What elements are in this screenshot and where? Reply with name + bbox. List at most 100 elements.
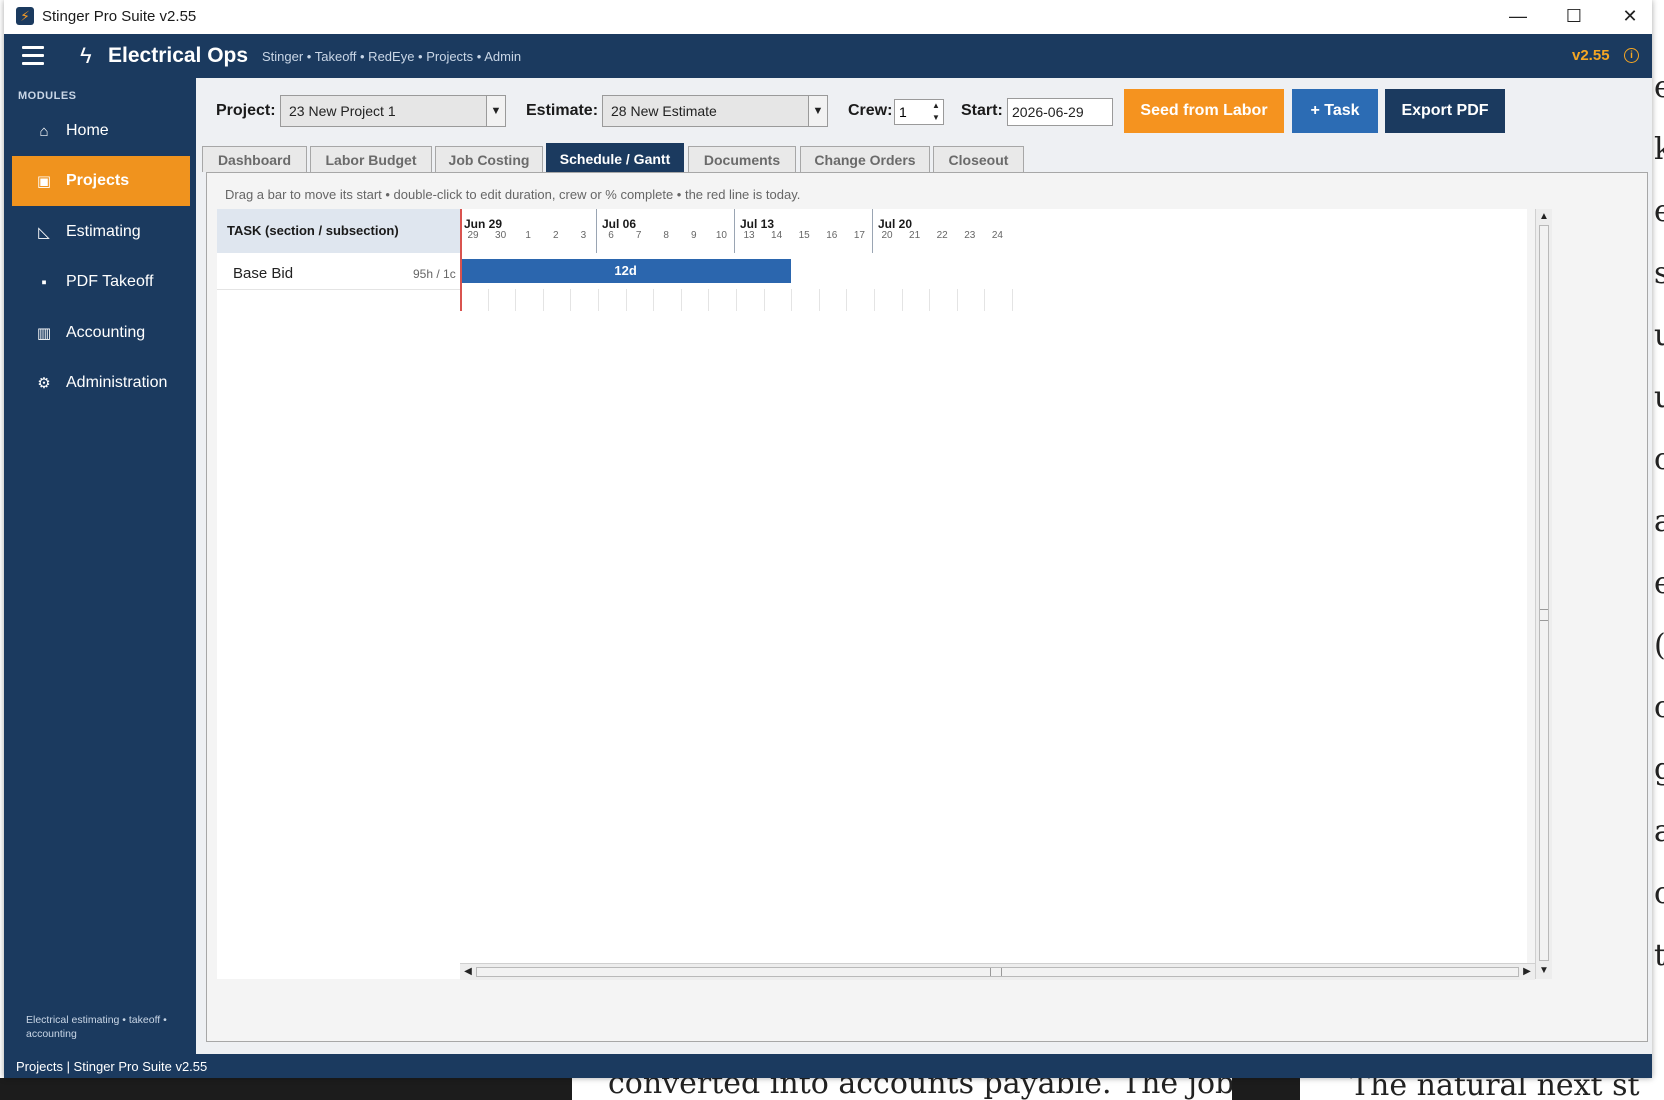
scroll-right-icon[interactable]: ▶ (1519, 964, 1535, 980)
week-separator (734, 209, 735, 253)
task-column-header: TASK (section / subsection) (217, 209, 460, 253)
estimate-select[interactable]: 28 New Estimate ▼ (602, 95, 828, 127)
day-label: 6 (608, 230, 614, 241)
horizontal-scrollbar[interactable]: ◀ ▶ (460, 963, 1535, 980)
scroll-down-icon[interactable]: ▼ (1536, 963, 1552, 979)
app-header: ϟ Electrical Ops Stinger • Takeoff • Red… (4, 34, 1652, 78)
background-text-1: converted into accounts payable. The job (608, 1078, 1232, 1100)
tab-dashboard[interactable]: Dashboard (202, 146, 307, 172)
day-label: 21 (909, 230, 921, 241)
grid-line (542, 289, 544, 311)
tab-schedule-gantt[interactable]: Schedule / Gantt (546, 143, 684, 173)
crew-stepper[interactable]: 1 ▲ ▼ (894, 99, 944, 125)
crew-value: 1 (899, 104, 907, 120)
app-window: ⚡ Stinger Pro Suite v2.55 — ☐ ✕ ϟ Electr… (4, 0, 1652, 1078)
scroll-track[interactable] (1539, 225, 1549, 961)
sidebar-item-home[interactable]: ⌂ Home (12, 106, 190, 156)
sidebar-item-label: Accounting (66, 324, 146, 341)
background-letter: a (1654, 504, 1664, 539)
tab-closeout[interactable]: Closeout (933, 146, 1024, 172)
sidebar-item-estimating[interactable]: ◺ Estimating (12, 207, 190, 257)
tab-change-orders[interactable]: Change Orders (800, 146, 930, 172)
background-letter: e (1654, 566, 1664, 601)
seed-from-labor-button[interactable]: Seed from Labor (1124, 89, 1284, 133)
maximize-button[interactable]: ☐ (1546, 0, 1602, 34)
grid-line (874, 289, 875, 311)
grid-line (791, 289, 793, 311)
week-label: Jun 29 (464, 217, 503, 231)
day-label: 16 (826, 230, 838, 241)
minimize-button[interactable]: — (1490, 0, 1546, 34)
week-label: Jul 13 (740, 217, 775, 231)
start-label: Start: (961, 102, 1003, 119)
scroll-thumb[interactable] (1540, 609, 1548, 621)
info-icon[interactable]: i (1624, 48, 1639, 63)
schedule-panel: Drag a bar to move its start • double-cl… (206, 172, 1648, 1042)
grid-line (818, 289, 820, 311)
day-label: 24 (991, 230, 1003, 241)
background-letter: u (1654, 318, 1664, 353)
background-letter: c (1654, 442, 1664, 477)
sidebar-item-accounting[interactable]: ▥ Accounting (12, 308, 190, 358)
projects-icon: ▣ (36, 173, 52, 190)
sidebar-section-label: MODULES (18, 90, 77, 102)
close-button[interactable]: ✕ (1602, 0, 1652, 34)
background-letter: e (1654, 70, 1664, 105)
grid-line (956, 289, 958, 311)
background-letter: k (1654, 132, 1664, 167)
grid-line (929, 289, 931, 311)
chevron-down-icon[interactable]: ▼ (808, 96, 827, 126)
add-task-button[interactable]: + Task (1292, 89, 1378, 133)
task-bar[interactable]: 12d (460, 259, 792, 283)
project-select[interactable]: 23 New Project 1 ▼ (280, 95, 506, 127)
day-label: 20 (881, 230, 893, 241)
scroll-up-icon[interactable]: ▲ (1536, 209, 1552, 225)
day-label: 3 (580, 230, 587, 241)
background-document-1: converted into accounts payable. The job (572, 1078, 1232, 1100)
vertical-scrollbar[interactable]: ▲ ▼ (1535, 209, 1552, 979)
project-select-value: 23 New Project 1 (289, 103, 396, 119)
week-separator (596, 209, 597, 253)
gantt-chart: TASK (section / subsection) Jun 29 Jul 06… (217, 209, 1527, 979)
status-text: Projects | Stinger Pro Suite v2.55 (16, 1059, 208, 1074)
grid-line (570, 289, 572, 311)
sidebar-item-projects[interactable]: ▣ Projects (12, 156, 190, 206)
tab-job-costing[interactable]: Job Costing (435, 146, 543, 172)
administration-icon: ⚙ (37, 375, 51, 392)
background-letter: ( (1654, 628, 1664, 663)
estimate-select-value: 28 New Estimate (611, 103, 717, 119)
decrement-icon[interactable]: ▼ (929, 112, 943, 124)
export-pdf-button[interactable]: Export PDF (1385, 89, 1505, 133)
chevron-down-icon[interactable]: ▼ (486, 96, 505, 126)
home-icon: ⌂ (39, 122, 49, 140)
grid-line (1012, 289, 1013, 311)
day-label: 22 (936, 230, 948, 241)
sidebar-item-label: Home (66, 122, 109, 139)
sidebar-footer: Electrical estimating • takeoff • accoun… (26, 1014, 167, 1040)
grid-line (901, 289, 903, 311)
title-bar: ⚡ Stinger Pro Suite v2.55 — ☐ ✕ (4, 0, 1652, 34)
start-date-input[interactable]: 2026-06-29 (1007, 98, 1113, 126)
background-letter: t (1654, 938, 1664, 973)
sidebar-item-administration[interactable]: ⚙ Administration (12, 358, 190, 408)
task-name[interactable]: Base Bid (233, 265, 293, 282)
scroll-thumb[interactable] (990, 968, 1002, 976)
tab-documents[interactable]: Documents (688, 146, 796, 172)
task-meta: 95h / 1c (413, 267, 456, 281)
sidebar-item-pdf-takeoff[interactable]: ▪ PDF Takeoff (12, 257, 190, 307)
grid-line (515, 289, 517, 311)
background-letter: c (1654, 690, 1664, 725)
day-label: 2 (553, 230, 559, 241)
grid-line (984, 289, 986, 311)
sidebar-item-label: Estimating (66, 223, 141, 240)
increment-icon[interactable]: ▲ (929, 100, 943, 112)
tab-labor-budget[interactable]: Labor Budget (310, 146, 432, 172)
day-label: 1 (525, 230, 531, 241)
day-label: 8 (663, 230, 669, 241)
grid-line (680, 289, 682, 311)
estimating-icon: ◺ (38, 224, 50, 241)
day-label: 9 (691, 230, 697, 241)
scroll-left-icon[interactable]: ◀ (460, 964, 476, 980)
hamburger-icon[interactable] (22, 46, 44, 66)
bolt-icon: ϟ (80, 43, 92, 68)
